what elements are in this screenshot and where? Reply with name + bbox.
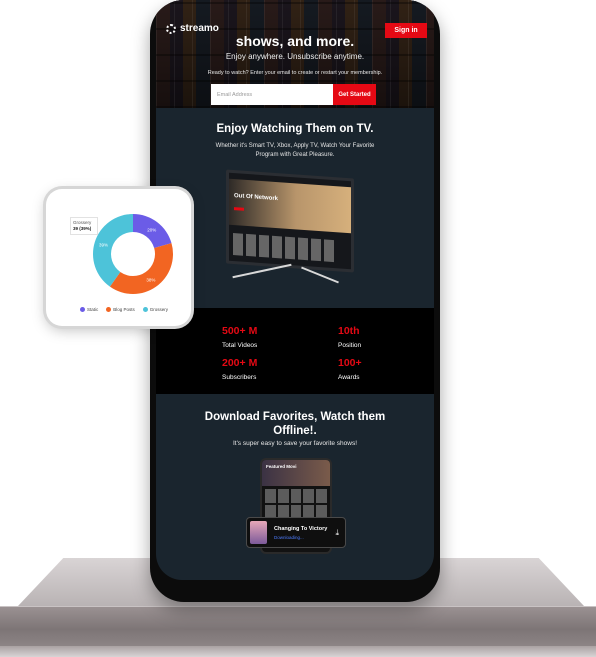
get-started-button[interactable]: Get Started — [333, 84, 376, 105]
download-status: Downloading... — [274, 534, 304, 540]
mini-poster — [303, 489, 315, 503]
chart-card: 20% 38% 39% Grossery 39 (39%) Static Blog P… — [46, 189, 191, 326]
download-section-title: Download Favorites, Watch them Offline!. — [204, 411, 386, 437]
tv-thumbnail — [298, 237, 308, 261]
mini-featured-banner: Featured Movi — [262, 460, 330, 486]
mini-banner-title: Featured Movi — [266, 464, 297, 469]
legend-label: Grossery — [149, 307, 169, 312]
tv-thumbnail — [272, 235, 282, 259]
tv-play-button — [234, 207, 244, 211]
hero-cta-text: Ready to watch? Enter your email to crea… — [207, 70, 383, 76]
download-card[interactable]: Changing To Victory Downloading... ⤓ — [246, 517, 346, 548]
tv-banner — [229, 178, 351, 234]
legend-label: Blog Posts — [113, 307, 135, 312]
stat-label: Awards — [338, 374, 360, 381]
shelf-front — [0, 606, 596, 648]
tv-thumbnail — [285, 236, 295, 260]
stat-value: 500+ M — [222, 325, 258, 337]
donut-slice-label: 20% — [147, 227, 156, 232]
download-section-subtitle: It's super easy to save your favorite sh… — [232, 440, 358, 447]
tv-section-title: Enjoy Watching Them on TV. — [216, 123, 374, 135]
stat-value: 200+ M — [222, 357, 258, 369]
stat-label: Total Videos — [222, 342, 258, 349]
donut-chart: 20% 38% 39% — [93, 214, 173, 294]
tv-thumbnail — [311, 238, 321, 262]
mini-poster — [316, 489, 327, 503]
legend-label: Static — [87, 307, 99, 312]
legend-swatch — [106, 307, 112, 312]
stats-section: 500+ M Total Videos 10th Position 200+ M… — [156, 308, 434, 394]
stat-label: Position — [338, 342, 362, 349]
tv-thumbnail — [233, 233, 243, 256]
phone-screen: streamo Sign in shows, and more. Enjoy a… — [156, 0, 434, 580]
shelf-edge — [0, 646, 596, 657]
tv-section-description: Whether it's Smart TV, Xbox, Apply TV, W… — [215, 143, 375, 158]
stat-awards: 100+ Awards — [338, 357, 362, 381]
legend-swatch — [80, 307, 85, 312]
stat-total-videos: 500+ M Total Videos — [222, 325, 257, 349]
tooltip-category: Grossery — [73, 220, 92, 225]
email-input[interactable] — [211, 84, 333, 105]
download-icon[interactable]: ⤓ — [335, 528, 339, 538]
stat-subscribers: 200+ M Subscribers — [222, 357, 257, 381]
stat-label: Subscribers — [222, 374, 257, 381]
hero-section: streamo Sign in shows, and more. Enjoy a… — [156, 0, 434, 108]
stat-position: 10th Position — [338, 325, 361, 349]
hero-subtitle: Enjoy anywhere. Unsubscribe anytime. — [225, 52, 365, 61]
tv-screen: Out Of Network — [226, 169, 354, 273]
email-signup-form: Get Started — [211, 84, 376, 105]
tv-thumbnail — [246, 233, 256, 257]
donut-slice-label: 39% — [99, 243, 108, 248]
download-title: Changing To Victory — [274, 525, 328, 532]
chart-tooltip: Grossery 39 (39%) — [70, 217, 98, 235]
tv-thumbnail-row — [233, 233, 334, 263]
mini-poster — [290, 489, 302, 503]
legend-item[interactable]: Static — [80, 307, 98, 312]
tooltip-value: 39 (39%) — [73, 226, 92, 231]
donut-slice-label: 38% — [146, 277, 155, 282]
legend-item[interactable]: Grossery — [142, 307, 169, 312]
mini-poster — [265, 489, 276, 503]
logo-icon — [166, 23, 176, 34]
tv-thumbnail — [259, 234, 269, 258]
stat-value: 100+ — [338, 357, 362, 369]
hero-title: shows, and more. — [235, 33, 355, 49]
download-info: Changing To Victory Downloading... — [274, 526, 335, 540]
chart-legend: Static Blog Posts Grossery — [80, 307, 168, 312]
legend-item[interactable]: Blog Posts — [106, 307, 135, 312]
phone-mockup: streamo Sign in shows, and more. Enjoy a… — [150, 0, 440, 602]
legend-swatch — [142, 307, 148, 312]
download-thumbnail — [250, 521, 267, 544]
tv-thumbnail — [324, 239, 334, 263]
donut-slice-blog-posts[interactable] — [109, 243, 173, 294]
tv-illustration: Out Of Network — [218, 169, 368, 290]
stat-value: 10th — [338, 325, 360, 337]
mini-poster — [277, 489, 289, 503]
